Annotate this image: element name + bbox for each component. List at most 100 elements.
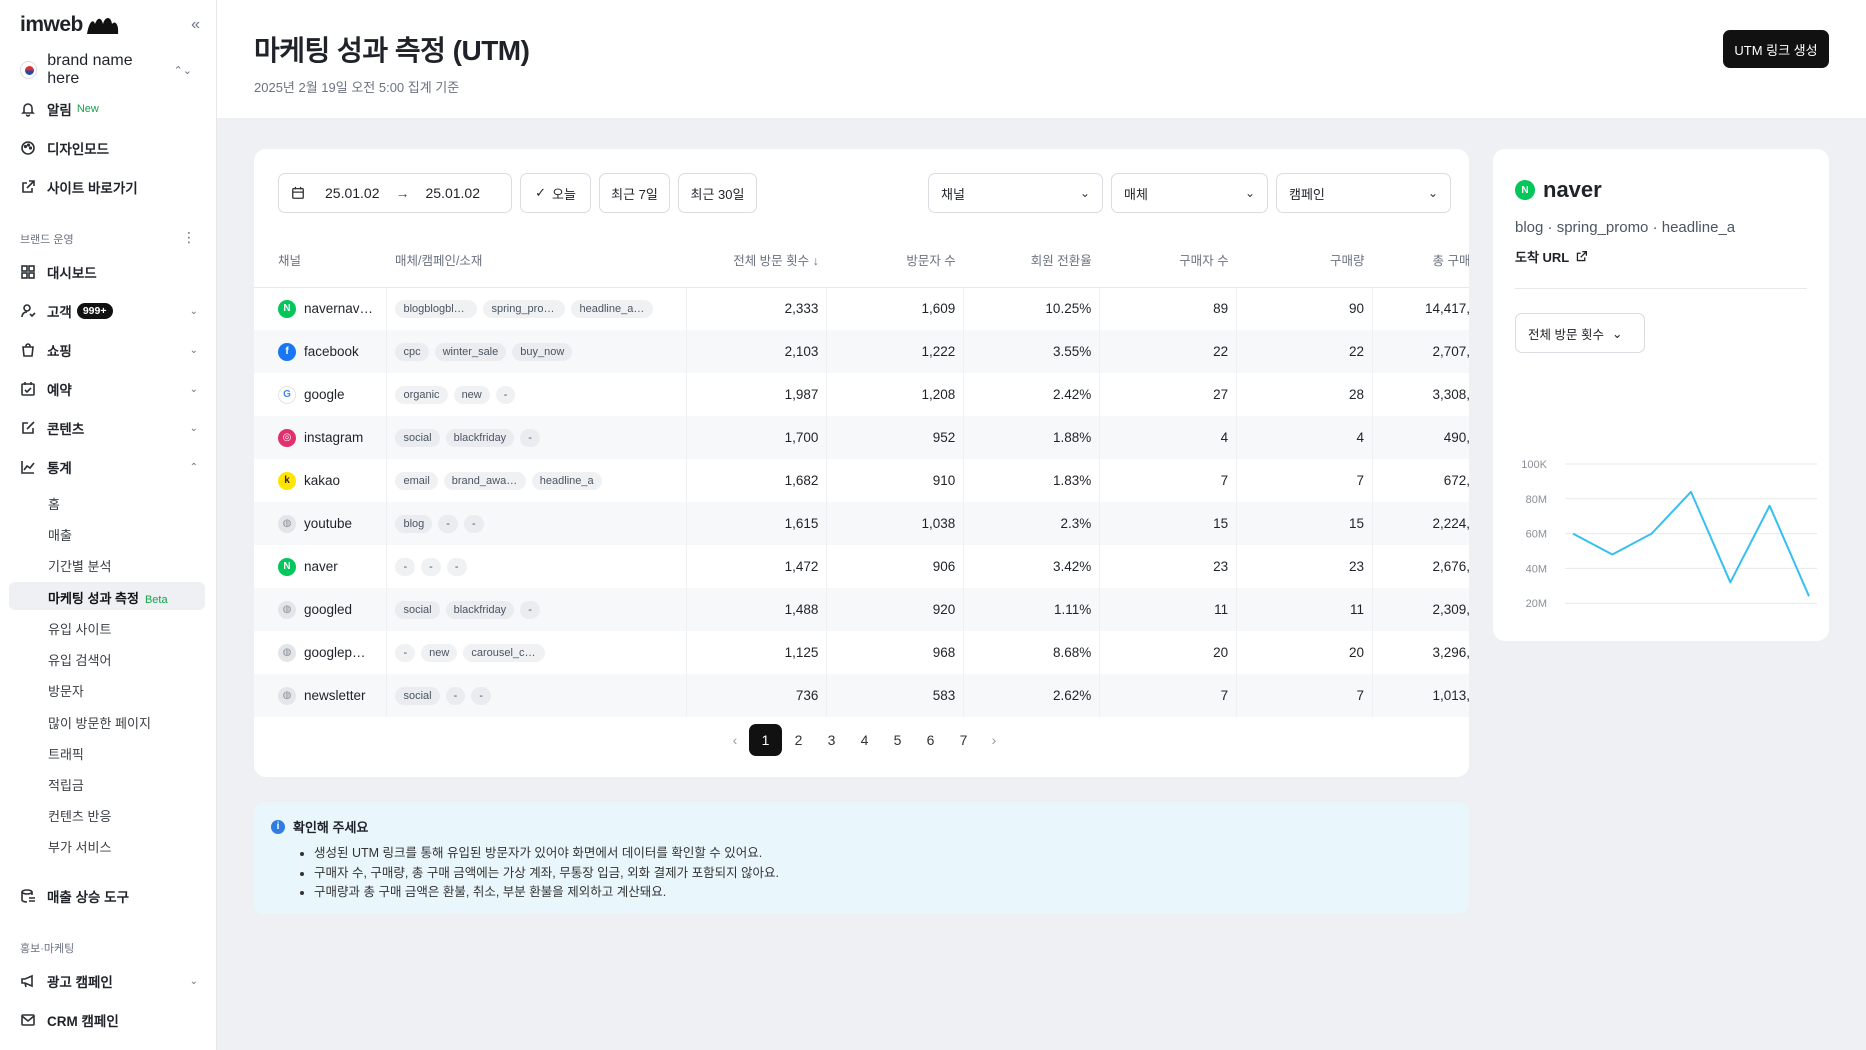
- page-5-button[interactable]: 5: [881, 724, 914, 756]
- metric-select[interactable]: 전체 방문 횟수 ⌄: [1515, 313, 1645, 353]
- channel-select-label: 채널: [941, 186, 965, 202]
- nav-label: 사이트 바로가기: [47, 181, 138, 196]
- col-header-channel[interactable]: 채널: [254, 233, 387, 288]
- table-row[interactable]: ◍ newsletter social - - 736 583 2.62% 7 7 1…: [254, 674, 1469, 717]
- visits-cell: 1,700: [686, 416, 828, 459]
- conversion-cell: 1.83%: [963, 459, 1101, 502]
- sub-item-search-keywords[interactable]: 유입 검색어: [48, 650, 111, 669]
- utm-tags: ---: [395, 557, 678, 576]
- col-header-total-amount[interactable]: 총 구매 금: [1372, 233, 1469, 288]
- quantity-cell: 7: [1236, 674, 1374, 717]
- next-page-icon[interactable]: ›: [980, 724, 1008, 756]
- visits-cell: 1,472: [686, 545, 828, 588]
- logo-mark-icon: [86, 18, 119, 34]
- sub-item-points[interactable]: 적립금: [48, 775, 84, 794]
- create-utm-link-button[interactable]: UTM 링크 생성: [1723, 30, 1829, 68]
- channel-select[interactable]: 채널 ⌄: [928, 173, 1103, 213]
- utm-tags: social blackfriday -: [395, 428, 678, 447]
- calendar-icon: [292, 186, 304, 199]
- sub-item-sales[interactable]: 매출: [48, 525, 72, 544]
- nav-dashboard[interactable]: 대시보드: [20, 258, 198, 286]
- today-button[interactable]: ✓ 오늘: [520, 173, 591, 213]
- nav-customers[interactable]: 고객 999+ ⌄: [20, 297, 198, 325]
- col-header-visitors[interactable]: 방문자 수: [826, 233, 964, 288]
- sub-item-addon-services[interactable]: 부가 서비스: [48, 837, 111, 856]
- quantity-cell: 22: [1236, 330, 1374, 373]
- nav-visit-site[interactable]: 사이트 바로가기: [20, 173, 198, 201]
- col-header-total-visits[interactable]: 전체 방문 횟수 ↓: [686, 233, 827, 288]
- date-from: 25.01.02: [325, 185, 380, 201]
- notice-item: 구매량과 총 구매 금액은 환불, 취소, 부분 환불을 제외하고 계산돼요.: [314, 883, 779, 903]
- utm-tags: social - -: [395, 686, 678, 705]
- naver-icon: N: [278, 299, 296, 318]
- brand-selector[interactable]: brand name here ⌃⌄: [20, 52, 192, 87]
- utm-tags-cell: cpc winter_sale buy_now: [386, 330, 688, 373]
- nav-label: 디자인모드: [47, 142, 110, 157]
- table-row[interactable]: kkakao email brand_awareness headline_a 1,…: [254, 459, 1469, 502]
- page-4-button[interactable]: 4: [848, 724, 881, 756]
- last-30-days-button[interactable]: 최근 30일: [678, 173, 757, 213]
- kebab-menu-icon[interactable]: ⋮: [182, 229, 196, 246]
- sub-item-content-response[interactable]: 컨텐츠 반응: [48, 806, 111, 825]
- nav-contents[interactable]: 콘텐츠 ⌄: [20, 414, 198, 442]
- quantity-cell: 23: [1236, 545, 1374, 588]
- sub-item-period-analysis[interactable]: 기간별 분석: [48, 556, 111, 575]
- medium-select[interactable]: 매체 ⌄: [1111, 173, 1268, 213]
- utm-tags-cell: blogblogblo… spring_prod… headline_ab…: [386, 287, 688, 330]
- page-3-button[interactable]: 3: [815, 724, 848, 756]
- channel-wrap: ◎ instagram: [278, 428, 378, 447]
- channel-wrap: ◍ youtube: [278, 514, 378, 533]
- channel-cell: ◎ instagram: [254, 416, 388, 459]
- table-row[interactable]: Nnaver --- 1,472 906 3.42% 23 23 2,676,5…: [254, 545, 1469, 588]
- page-6-button[interactable]: 6: [914, 724, 947, 756]
- sub-item-visitors[interactable]: 방문자: [48, 681, 84, 700]
- prev-page-icon[interactable]: ‹: [721, 724, 749, 756]
- external-link-icon: [1577, 250, 1588, 262]
- nav-notifications[interactable]: 알림 New: [20, 95, 198, 123]
- sub-item-home[interactable]: 홈: [48, 494, 60, 513]
- utm-tag: -: [438, 514, 458, 533]
- date-range-picker[interactable]: 25.01.02 → 25.01.02: [278, 173, 512, 213]
- sub-item-referral-sites[interactable]: 유입 사이트: [48, 619, 111, 638]
- col-header-conversion-rate[interactable]: 회원 전환율: [963, 233, 1100, 288]
- nav-crm-campaign[interactable]: CRM 캠페인: [20, 1006, 198, 1034]
- nav-reservation[interactable]: 예약 ⌄: [20, 375, 198, 403]
- table-row[interactable]: Ggoogle organic new - 1,987 1,208 2.42% 27…: [254, 373, 1469, 416]
- last-7-days-button[interactable]: 최근 7일: [599, 173, 670, 213]
- sub-item-traffic[interactable]: 트래픽: [48, 744, 84, 763]
- col-header-quantity[interactable]: 구매량: [1236, 233, 1373, 288]
- col-header-buyers[interactable]: 구매자 수: [1099, 233, 1237, 288]
- nav-growth-tool[interactable]: 매출 상승 도구: [20, 882, 198, 910]
- channel-cell: ◍ newsletter: [254, 674, 388, 717]
- channel-wrap: ◍ googled: [278, 600, 378, 619]
- campaign-select[interactable]: 캠페인 ⌄: [1276, 173, 1451, 213]
- page-1-button[interactable]: 1: [749, 724, 782, 756]
- page-2-button[interactable]: 2: [782, 724, 815, 756]
- table-row[interactable]: ◍ googlep… -new carousel_content 1,125 968…: [254, 631, 1469, 674]
- page-7-button[interactable]: 7: [947, 724, 980, 756]
- globe-icon: ◍: [278, 643, 296, 662]
- nav-shopping[interactable]: 쇼핑 ⌄: [20, 336, 198, 364]
- landing-url-link[interactable]: 도착 URL: [1515, 247, 1588, 266]
- nav-ad-campaign[interactable]: 광고 캠페인 ⌄: [20, 967, 198, 995]
- imweb-logo[interactable]: imweb: [20, 13, 121, 37]
- table-row[interactable]: ◍ googled social blackfriday - 1,488 920 1.…: [254, 588, 1469, 631]
- nav-design-mode[interactable]: 디자인모드: [20, 134, 198, 162]
- section-label-marketing: 홍보·마케팅: [20, 943, 75, 955]
- sub-item-popular-pages[interactable]: 많이 방문한 페이지: [48, 713, 151, 732]
- table-row[interactable]: ◍ youtube blog - - 1,615 1,038 2.3% 15 15 2…: [254, 502, 1469, 545]
- collapse-sidebar-icon[interactable]: «: [191, 16, 200, 34]
- sub-item-marketing-performance[interactable]: 마케팅 성과 측정 Beta: [48, 588, 168, 607]
- table-row[interactable]: ◎ instagram social blackfriday - 1,700 952 …: [254, 416, 1469, 459]
- notice-title: 확인해 주세요: [293, 820, 369, 835]
- visitors-cell: 910: [826, 459, 965, 502]
- visitors-cell: 1,222: [826, 330, 965, 373]
- page-title: 마케팅 성과 측정 (UTM): [254, 35, 530, 66]
- naver-icon: N: [1515, 180, 1535, 200]
- table-row[interactable]: Nnavernav… blogblogblo… spring_prod… headl…: [254, 287, 1469, 330]
- utm-tag: headline_a: [531, 471, 602, 490]
- amount-cell: 2,224,94: [1372, 502, 1469, 545]
- table-row[interactable]: f facebook cpc winter_sale buy_now 2,103 1,…: [254, 330, 1469, 373]
- quantity-cell: 28: [1236, 373, 1374, 416]
- nav-statistics[interactable]: 통계 ⌃: [20, 453, 198, 481]
